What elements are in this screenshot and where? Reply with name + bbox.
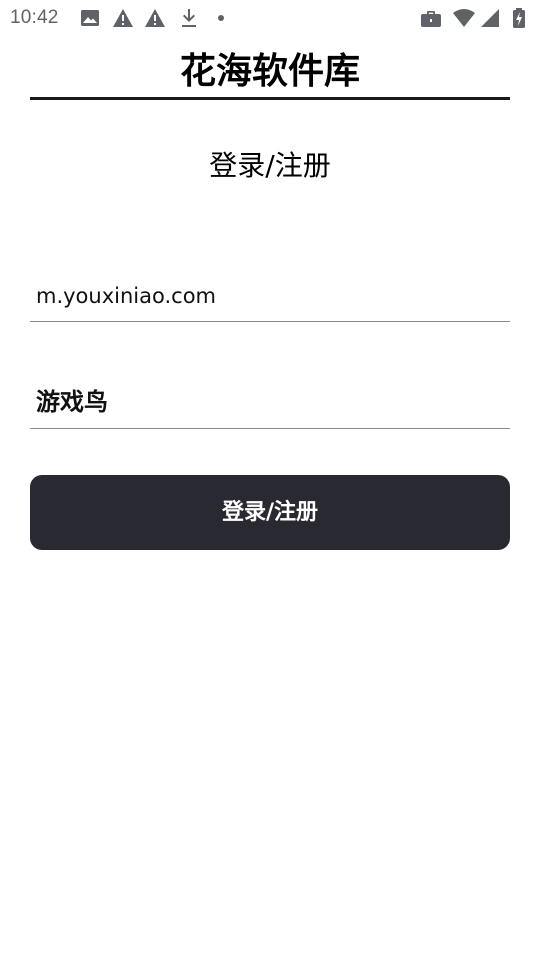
download-icon (182, 9, 196, 27)
status-bar: 10:42 (0, 0, 540, 36)
name-field (30, 378, 510, 429)
warning-icon (113, 9, 133, 27)
url-input[interactable] (30, 272, 510, 320)
url-field (30, 272, 510, 322)
dot-icon (218, 15, 224, 21)
status-time: 10:42 (10, 7, 59, 28)
battery-charging-icon (513, 8, 525, 28)
login-register-button[interactable]: 登录/注册 (30, 475, 510, 550)
wifi-icon (453, 9, 475, 27)
warning-icon (145, 9, 165, 27)
app-title: 花海软件库 (179, 51, 360, 92)
status-right-icons (420, 8, 530, 28)
title-divider (30, 97, 510, 100)
briefcase-icon (421, 11, 441, 27)
signal-icon (481, 9, 499, 27)
form-heading: 登录/注册 (209, 149, 331, 182)
image-icon (81, 10, 99, 26)
name-input[interactable] (30, 378, 510, 427)
